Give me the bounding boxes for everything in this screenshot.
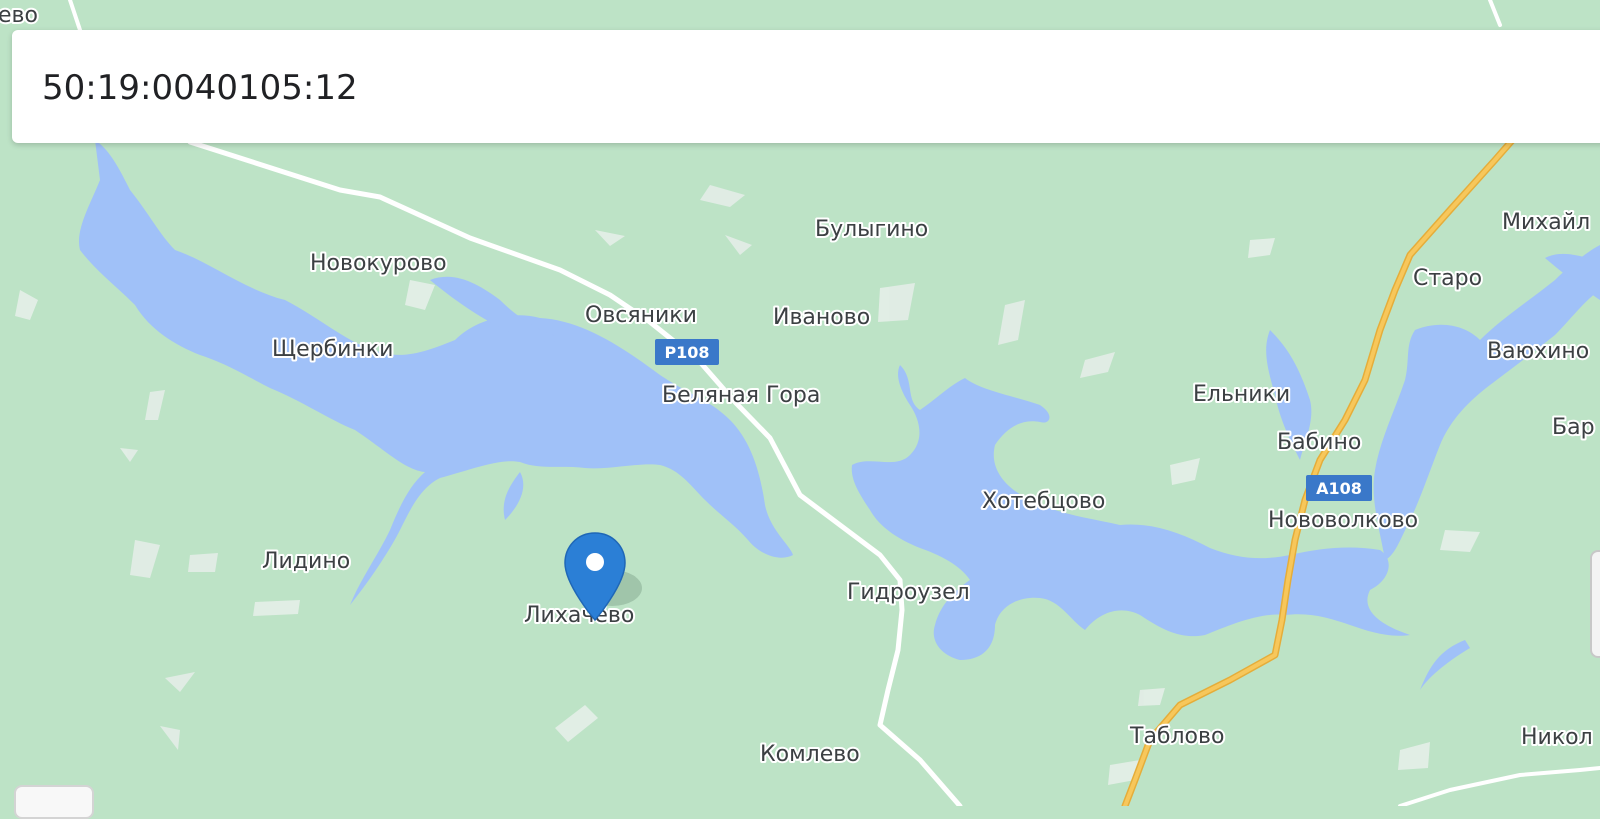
- search-box: [12, 30, 1600, 143]
- place-label[interactable]: Беляная Гора: [660, 381, 822, 410]
- place-label[interactable]: Лихачёво: [522, 601, 636, 630]
- place-label[interactable]: Иваново: [771, 303, 872, 332]
- place-label[interactable]: ево: [0, 1, 40, 30]
- place-label[interactable]: Булыгино: [813, 215, 930, 244]
- svg-text:А108: А108: [1316, 479, 1362, 498]
- place-label[interactable]: Таблово: [1127, 722, 1226, 751]
- place-label[interactable]: Бабино: [1275, 428, 1363, 457]
- place-label[interactable]: Нововолково: [1266, 506, 1420, 535]
- shield-r108: Р108: [655, 339, 719, 365]
- svg-text:Р108: Р108: [664, 343, 709, 362]
- map-control-button[interactable]: [14, 785, 94, 819]
- place-label[interactable]: Гидроузел: [845, 578, 972, 607]
- place-label[interactable]: Михайл: [1500, 208, 1592, 237]
- shield-a108: А108: [1306, 475, 1372, 501]
- place-label[interactable]: Никол: [1519, 723, 1595, 752]
- place-label[interactable]: Старо: [1411, 264, 1484, 293]
- search-input[interactable]: [42, 60, 1242, 116]
- place-label[interactable]: Ваюхино: [1485, 337, 1591, 366]
- place-label[interactable]: Хотебцово: [980, 487, 1107, 516]
- place-label[interactable]: Комлево: [758, 740, 862, 769]
- place-label[interactable]: Овсяники: [583, 301, 699, 330]
- place-label[interactable]: Лидино: [260, 547, 352, 576]
- place-label[interactable]: Ельники: [1191, 380, 1292, 409]
- place-label[interactable]: Новокурово: [308, 249, 449, 278]
- side-panel-handle[interactable]: [1590, 550, 1600, 658]
- place-label[interactable]: Щербинки: [270, 335, 395, 364]
- place-label[interactable]: Бар: [1550, 413, 1597, 442]
